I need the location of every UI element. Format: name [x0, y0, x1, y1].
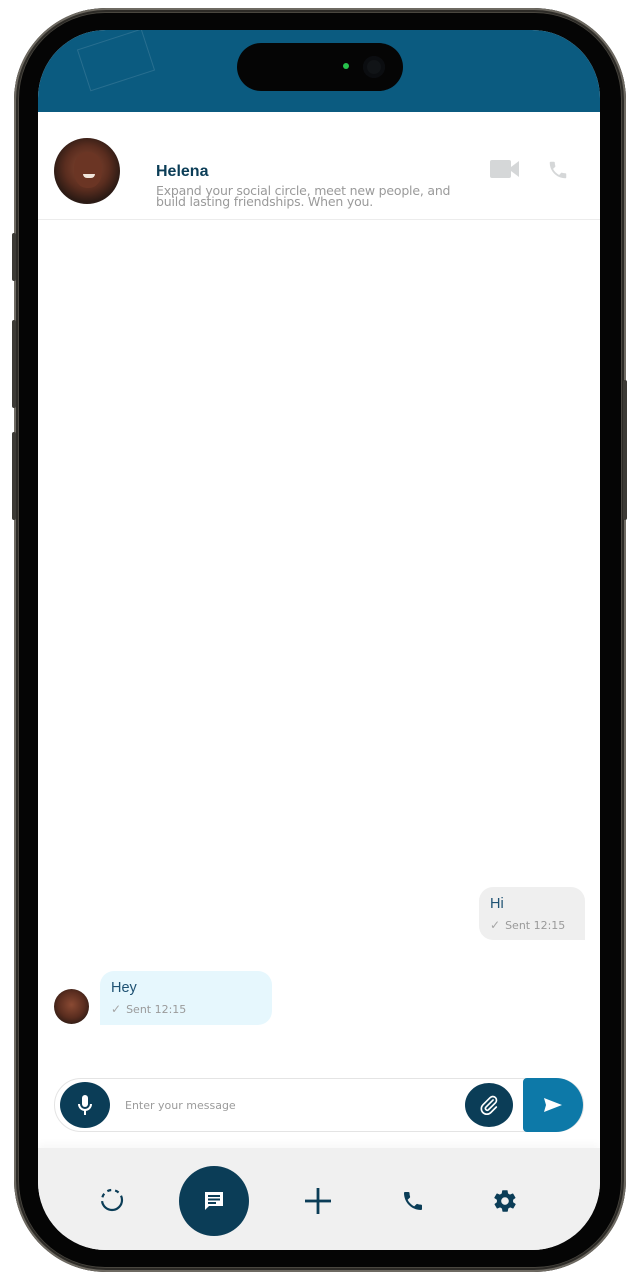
action-button: [12, 233, 16, 281]
decorative-shape: [76, 30, 156, 92]
bottom-navigation: [38, 1148, 600, 1250]
message-input[interactable]: [125, 1093, 455, 1117]
power-button: [623, 380, 627, 520]
top-header-band: [38, 30, 600, 112]
send-button[interactable]: [523, 1078, 583, 1132]
contact-header: Helena Expand your social circle, meet n…: [38, 112, 600, 220]
check-icon: ✓: [111, 1002, 122, 1016]
message-text: Hey: [111, 980, 137, 996]
check-icon: ✓: [490, 918, 501, 932]
dashed-circle-icon: [100, 1188, 124, 1212]
avatar-face: [74, 152, 102, 188]
message-status: Sent 12:15: [126, 1002, 187, 1016]
message-status: Sent 12:15: [505, 918, 566, 932]
chat-bubble-icon: [205, 1192, 223, 1210]
nav-chats[interactable]: [179, 1166, 249, 1236]
volume-up-button: [12, 320, 16, 408]
nav-calls[interactable]: [396, 1184, 430, 1218]
video-call-button[interactable]: [490, 159, 520, 184]
message-composer: [54, 1078, 584, 1132]
sender-avatar: [54, 989, 89, 1024]
video-camera-icon: [490, 160, 519, 178]
voice-call-button[interactable]: [547, 159, 569, 186]
front-camera-icon: [363, 56, 385, 78]
gear-icon: [494, 1190, 516, 1212]
plus-icon: [305, 1188, 331, 1214]
paperclip-icon: [480, 1095, 498, 1116]
message-meta: ✓ Sent 12:15: [111, 1002, 186, 1016]
camera-indicator-icon: [343, 63, 349, 69]
phone-icon: [549, 161, 567, 179]
message-meta: ✓ Sent 12:15: [490, 918, 565, 932]
contact-name: Helena: [156, 163, 209, 180]
contact-status: Expand your social circle, meet new peop…: [156, 183, 451, 209]
message-text: Hi: [490, 896, 504, 912]
nav-settings[interactable]: [488, 1184, 522, 1218]
nav-status[interactable]: [96, 1184, 128, 1216]
nav-new[interactable]: [301, 1184, 335, 1218]
message-sent[interactable]: Hi ✓ Sent 12:15: [479, 887, 585, 940]
attach-button[interactable]: [465, 1083, 513, 1127]
volume-down-button: [12, 432, 16, 520]
contact-avatar[interactable]: [54, 138, 120, 204]
voice-message-button[interactable]: [60, 1082, 110, 1128]
phone-icon: [404, 1192, 422, 1210]
microphone-icon: [78, 1095, 92, 1115]
dynamic-island: [237, 43, 403, 91]
app-screen: Helena Expand your social circle, meet n…: [38, 30, 600, 1250]
send-icon: [544, 1098, 562, 1112]
message-received[interactable]: Hey ✓ Sent 12:15: [100, 971, 272, 1025]
